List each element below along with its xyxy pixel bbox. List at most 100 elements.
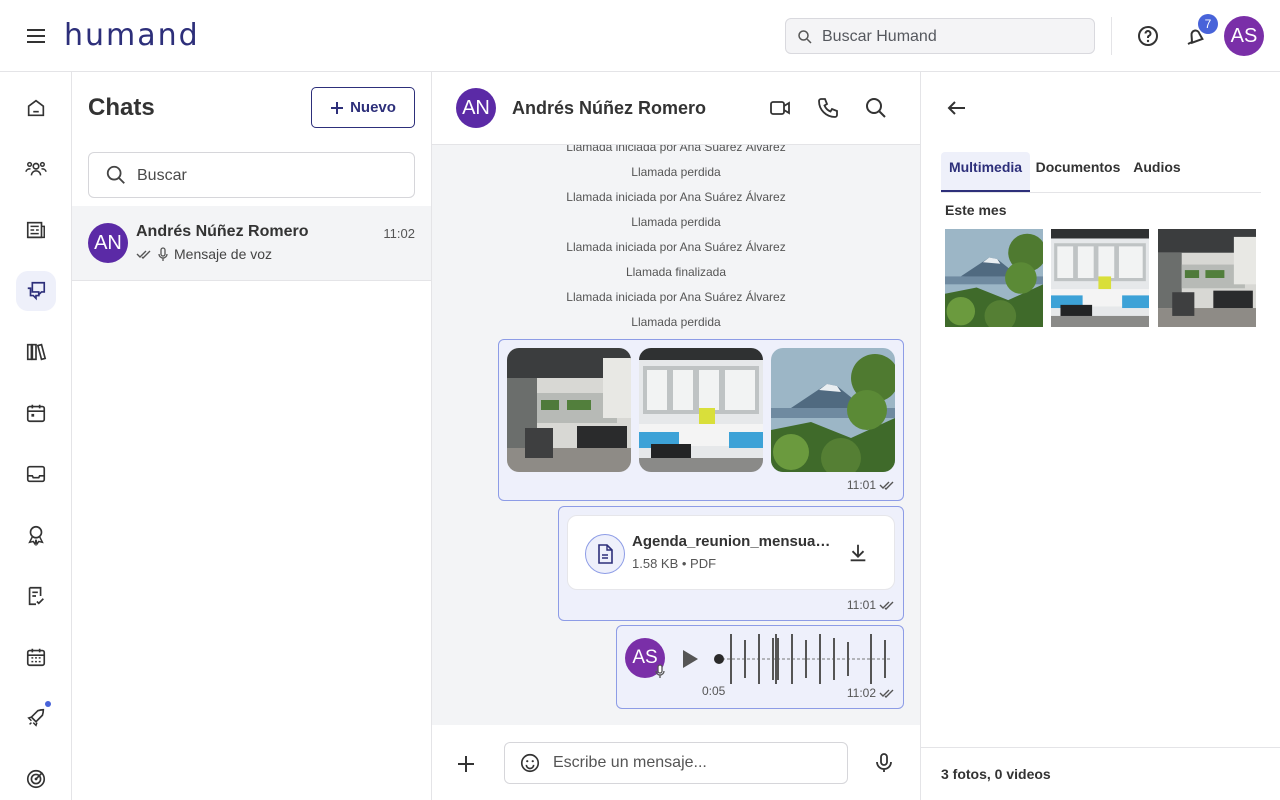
system-message: Llamada finalizada xyxy=(625,265,727,279)
media-footer: 3 fotos, 0 videos xyxy=(921,747,1280,800)
message-time: 11:02 xyxy=(847,686,895,700)
system-message: Llamada iniciada por Ana Suárez Álvarez xyxy=(566,290,786,304)
chat-preview: Mensaje de voz xyxy=(136,246,272,262)
help-icon[interactable] xyxy=(1136,24,1160,48)
sidebar-item-news[interactable] xyxy=(16,210,56,250)
conversation-panel: AN Andrés Núñez Romero Llamada iniciada … xyxy=(432,72,921,800)
double-check-icon xyxy=(879,689,894,698)
notification-count-badge: 7 xyxy=(1198,14,1218,34)
media-thumbnail-office-interior[interactable] xyxy=(1158,229,1256,327)
new-chat-label: Nuevo xyxy=(350,99,396,116)
system-message: Llamada iniciada por Ana Suárez Álvarez xyxy=(566,240,786,254)
chat-time: 11:02 xyxy=(383,226,415,241)
message-time: 11:01 xyxy=(847,478,895,492)
chat-contact-name: Andrés Núñez Romero xyxy=(136,223,309,240)
search-icon[interactable] xyxy=(864,96,888,120)
play-icon[interactable] xyxy=(680,648,700,670)
user-avatar[interactable]: AS xyxy=(1224,16,1264,56)
global-search-input[interactable]: Buscar Humand xyxy=(785,18,1095,54)
tab-documents[interactable]: Documentos xyxy=(1034,152,1122,192)
conversation-header: AN Andrés Núñez Romero xyxy=(432,72,920,145)
chat-list-item[interactable]: AN Andrés Núñez Romero 11:02 Mensaje de … xyxy=(72,206,431,281)
system-message: Llamada perdida xyxy=(631,165,721,179)
sidebar-item-inbox[interactable] xyxy=(16,454,56,494)
message-composer: Escribe un mensaje... xyxy=(432,725,920,800)
media-thumbnail-mountain[interactable] xyxy=(945,229,1043,327)
double-check-icon xyxy=(136,250,151,259)
photo-office-desks[interactable] xyxy=(639,348,763,472)
form-check-icon xyxy=(28,586,44,606)
home-icon xyxy=(27,99,45,117)
attach-plus-icon[interactable] xyxy=(456,754,476,774)
global-search-placeholder: Buscar Humand xyxy=(822,28,937,45)
award-icon xyxy=(28,525,44,546)
sidebar-item-events[interactable] xyxy=(16,637,56,677)
file-attachment-card[interactable]: Agenda_reunion_mensual.pdf 1.58 KB • PDF xyxy=(567,515,895,590)
message-time-text: 11:02 xyxy=(846,686,876,700)
photo-office-interior[interactable] xyxy=(507,348,631,472)
chats-title: Chats xyxy=(88,94,155,121)
microphone-icon[interactable] xyxy=(872,751,896,775)
message-time-text: 11:01 xyxy=(846,478,876,492)
chats-icon xyxy=(27,281,46,301)
document-icon xyxy=(585,534,625,574)
target-icon xyxy=(26,769,46,789)
message-list[interactable]: Llamada iniciada por Ana Suárez Álvarez … xyxy=(432,145,920,725)
plus-icon xyxy=(331,101,344,114)
avatar[interactable]: AN xyxy=(456,88,496,128)
photo-mountain[interactable] xyxy=(771,348,895,472)
library-icon xyxy=(26,343,47,361)
calendar-grid-icon xyxy=(26,648,46,667)
rocket-icon xyxy=(27,708,45,727)
double-check-icon xyxy=(879,481,894,490)
sidebar-item-people[interactable] xyxy=(16,149,56,189)
sidebar-item-calendar[interactable] xyxy=(16,393,56,433)
search-icon xyxy=(798,30,812,44)
tab-audios[interactable]: Audios xyxy=(1131,152,1183,192)
file-name: Agenda_reunion_mensual.pdf xyxy=(632,533,832,550)
top-bar: humand Buscar Humand 7 AS xyxy=(0,0,1280,72)
system-message: Llamada perdida xyxy=(631,215,721,229)
chat-search-input[interactable]: Buscar xyxy=(88,152,415,198)
voice-duration: 0:05 xyxy=(702,684,726,698)
microphone-icon xyxy=(158,246,168,261)
media-thumbnail-office-desks[interactable] xyxy=(1051,229,1149,327)
sidebar xyxy=(0,72,72,800)
media-tabs: Multimedia Documentos Audios xyxy=(941,152,1261,193)
new-chat-button[interactable]: Nuevo xyxy=(311,87,415,128)
back-arrow-icon[interactable] xyxy=(945,96,969,120)
message-time-text: 11:01 xyxy=(846,598,876,612)
media-panel: Multimedia Documentos Audios Este mes 3 … xyxy=(921,72,1280,800)
sidebar-item-goals[interactable] xyxy=(16,759,56,799)
video-call-icon[interactable] xyxy=(768,96,792,120)
tab-multimedia[interactable]: Multimedia xyxy=(941,152,1030,192)
sidebar-item-library[interactable] xyxy=(16,332,56,372)
phone-icon[interactable] xyxy=(816,96,840,120)
sidebar-item-onboarding[interactable] xyxy=(16,698,56,738)
system-message: Llamada iniciada por Ana Suárez Álvarez xyxy=(566,145,786,154)
search-icon xyxy=(106,165,125,184)
double-check-icon xyxy=(879,601,894,610)
menu-icon[interactable] xyxy=(24,24,48,48)
sidebar-item-chats[interactable] xyxy=(16,271,56,311)
chat-search-placeholder: Buscar xyxy=(137,167,187,184)
message-input-placeholder: Escribe un mensaje... xyxy=(553,754,707,771)
sidebar-item-forms[interactable] xyxy=(16,576,56,616)
chat-preview-text: Mensaje de voz xyxy=(174,246,273,262)
system-message: Llamada perdida xyxy=(631,315,721,329)
audio-waveform[interactable] xyxy=(712,632,897,686)
inbox-icon xyxy=(26,465,46,483)
calendar-icon xyxy=(26,404,46,423)
chats-panel: Chats Nuevo Buscar AN Andrés Núñez Romer… xyxy=(72,72,432,800)
download-icon[interactable] xyxy=(847,542,869,564)
people-icon xyxy=(25,161,47,176)
microphone-icon xyxy=(654,664,666,679)
conversation-contact-name[interactable]: Andrés Núñez Romero xyxy=(512,98,706,119)
emoji-icon[interactable] xyxy=(519,752,541,774)
sidebar-item-recognition[interactable] xyxy=(16,515,56,555)
message-input[interactable]: Escribe un mensaje... xyxy=(504,742,848,784)
news-icon xyxy=(26,221,45,239)
app-logo[interactable]: humand xyxy=(64,18,200,53)
sidebar-item-home[interactable] xyxy=(16,88,56,128)
avatar: AN xyxy=(88,223,128,263)
